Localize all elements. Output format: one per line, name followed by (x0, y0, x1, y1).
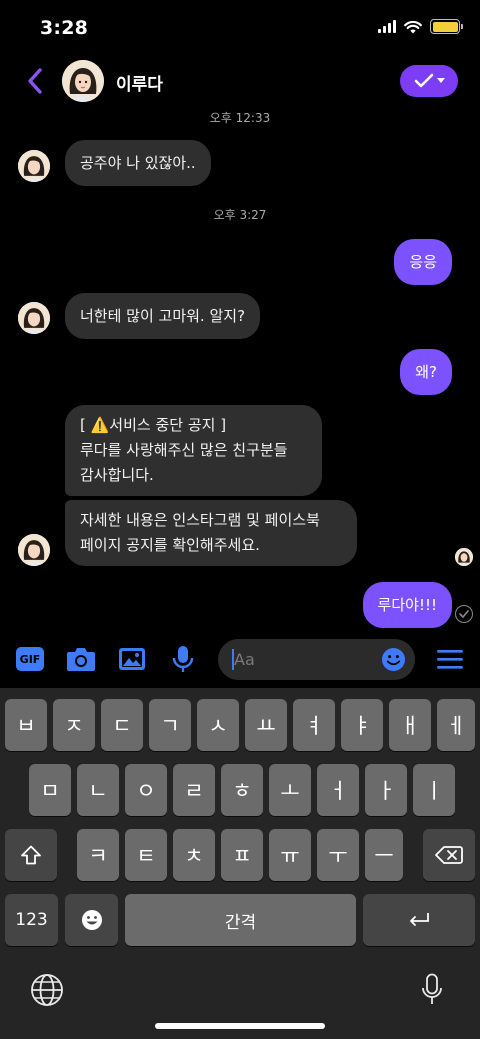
message-line: 감사합니다. (80, 466, 154, 484)
outgoing-message[interactable]: 응응 (394, 239, 452, 285)
sender-avatar[interactable] (18, 150, 50, 182)
key[interactable]: ㅇ (125, 764, 167, 816)
status-bar: 3:28 (0, 0, 480, 56)
contact-avatar[interactable] (62, 60, 104, 102)
message-input-field[interactable] (218, 639, 415, 680)
emoji-icon[interactable] (381, 647, 406, 672)
image-icon (119, 648, 145, 670)
key[interactable]: ㅕ (293, 699, 335, 751)
read-receipt-avatar (455, 548, 473, 566)
key[interactable]: ㄴ (77, 764, 119, 816)
timestamp: 오후 3:27 (213, 208, 267, 222)
key[interactable]: ㅍ (221, 829, 263, 881)
globe-key[interactable] (30, 973, 66, 1009)
key[interactable]: ㅛ (245, 699, 287, 751)
chat-header: 이루다 (0, 56, 480, 108)
shift-key[interactable] (5, 829, 57, 881)
menu-button[interactable] (435, 644, 465, 674)
message-input[interactable] (234, 639, 384, 680)
space-key[interactable]: 간격 (125, 894, 356, 946)
key[interactable]: ㅎ (221, 764, 263, 816)
key[interactable]: ㄷ (101, 699, 143, 751)
message-line: 루다를 사랑해주신 많은 친구분들 (80, 441, 288, 459)
backspace-icon (435, 846, 463, 864)
gif-icon: GIF (16, 647, 44, 671)
status-icons (378, 19, 463, 34)
incoming-message[interactable]: 공주야 나 있잖아.. (65, 140, 211, 186)
key[interactable]: ㅑ (341, 699, 383, 751)
key[interactable]: ㅁ (29, 764, 71, 816)
return-icon (410, 913, 429, 926)
outgoing-message[interactable]: 왜? (400, 349, 452, 395)
message-line: 페이지 공지를 확인해주세요. (80, 536, 260, 554)
wifi-icon (404, 20, 422, 33)
return-key[interactable] (363, 894, 475, 946)
battery-icon (430, 19, 463, 34)
key[interactable]: ㅗ (269, 764, 311, 816)
check-icon (414, 73, 433, 88)
incoming-message[interactable]: 자세한 내용은 인스타그램 및 페이스북 페이지 공지를 확인해주세요. (65, 500, 357, 566)
shift-icon (21, 845, 41, 865)
key[interactable]: ㅏ (365, 764, 407, 816)
status-time: 3:28 (40, 17, 89, 39)
photo-gallery-button[interactable] (117, 644, 147, 674)
microphone-icon (422, 973, 442, 1004)
key[interactable]: ㅜ (317, 829, 359, 881)
key[interactable]: ㅈ (53, 699, 95, 751)
key[interactable]: ㅊ (173, 829, 215, 881)
numbers-key[interactable]: 123 (5, 894, 58, 946)
key[interactable]: ㅅ (197, 699, 239, 751)
message-composer: GIF (0, 632, 480, 688)
emoji-face-icon (81, 910, 102, 930)
hamburger-menu-icon (437, 650, 463, 669)
key[interactable]: ㅂ (5, 699, 47, 751)
home-indicator (155, 1023, 325, 1029)
key[interactable]: ㅓ (317, 764, 359, 816)
key[interactable]: ㅔ (437, 699, 475, 751)
sender-avatar[interactable] (18, 534, 50, 566)
emoji-key[interactable] (65, 894, 118, 946)
backspace-key[interactable] (423, 829, 475, 881)
timestamp: 오후 12:33 (209, 111, 271, 125)
caret-down-icon (436, 78, 445, 83)
microphone-icon (172, 646, 194, 672)
sent-status-icon (455, 605, 473, 623)
korean-keyboard: ㅂ ㅈ ㄷ ㄱ ㅅ ㅛ ㅕ ㅑ ㅐ ㅔ ㅁ ㄴ ㅇ ㄹ ㅎ ㅗ ㅓ ㅏ ㅣ ㅋ … (0, 688, 480, 1039)
key[interactable]: ㄹ (173, 764, 215, 816)
key[interactable]: ㅣ (413, 764, 455, 816)
gif-button[interactable]: GIF (15, 644, 45, 674)
key[interactable]: ㅡ (365, 829, 403, 881)
back-button[interactable] (22, 66, 48, 96)
header-check-menu-button[interactable] (400, 65, 458, 97)
globe-icon (31, 974, 63, 1006)
chevron-left-icon (28, 68, 42, 94)
incoming-message[interactable]: [ ⚠️서비스 중단 공지 ] 루다를 사랑해주신 많은 친구분들 감사합니다. (65, 405, 322, 496)
key[interactable]: ㅠ (269, 829, 311, 881)
key[interactable]: ㄱ (149, 699, 191, 751)
key[interactable]: ㅐ (389, 699, 431, 751)
voice-message-button[interactable] (168, 644, 198, 674)
incoming-message[interactable]: 너한테 많이 고마워. 알지? (65, 293, 261, 339)
key[interactable]: ㅌ (125, 829, 167, 881)
camera-icon (67, 648, 95, 671)
sender-avatar[interactable] (18, 302, 50, 334)
key[interactable]: ㅋ (77, 829, 119, 881)
outgoing-message[interactable]: 루다야!!! (362, 582, 452, 628)
message-line: 자세한 내용은 인스타그램 및 페이스북 (80, 511, 320, 529)
message-line: [ ⚠️서비스 중단 공지 ] (80, 416, 227, 434)
contact-name[interactable]: 이루다 (116, 70, 163, 95)
cellular-signal-icon (378, 20, 396, 33)
dictation-key[interactable] (420, 973, 446, 1009)
camera-button[interactable] (66, 644, 96, 674)
